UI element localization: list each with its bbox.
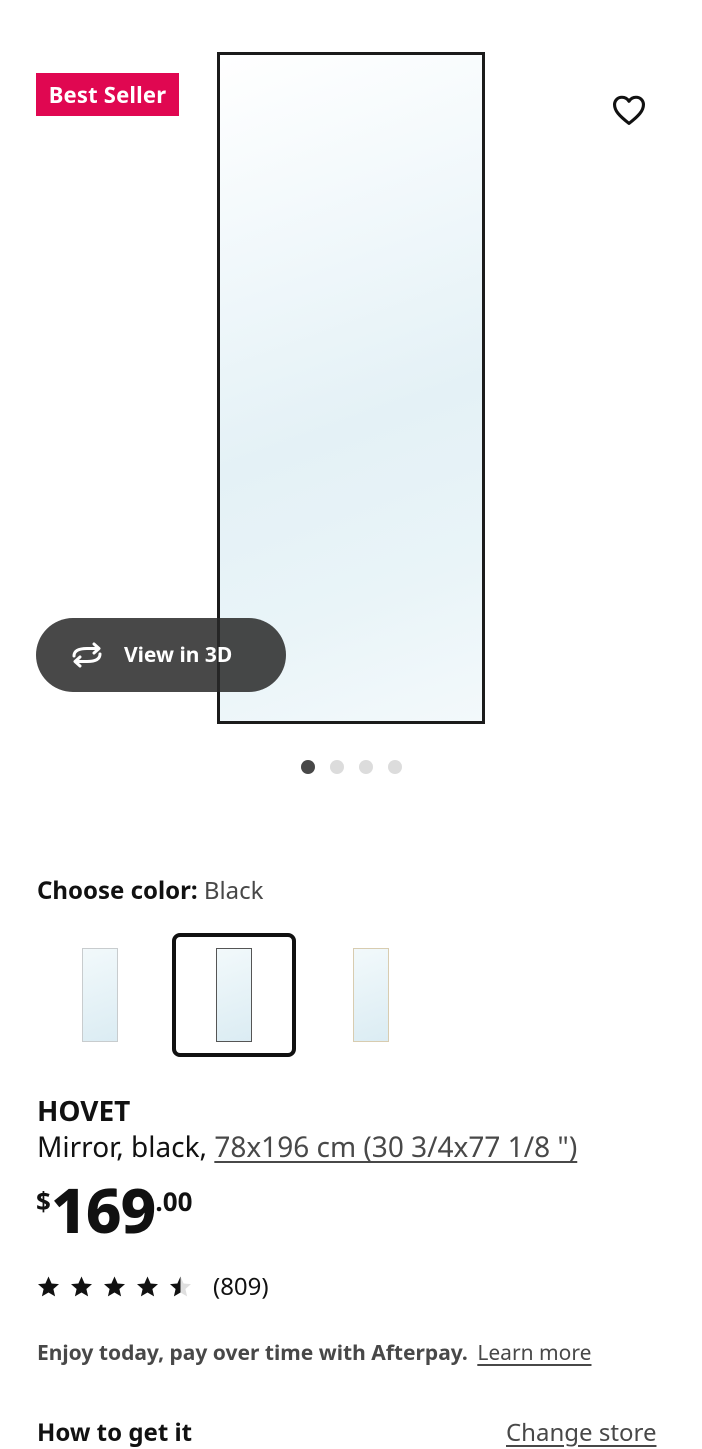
star-full-icon	[38, 1276, 59, 1296]
color-chooser-heading: Choose color: Black	[37, 874, 263, 907]
swatch-mirror-image	[216, 948, 252, 1042]
how-to-get-it-heading: How to get it	[37, 1416, 193, 1449]
heart-outline-icon	[612, 95, 646, 126]
rating-stars	[36, 1275, 193, 1299]
product-price: $ 169 .00	[36, 1175, 192, 1245]
star-half-icon	[170, 1276, 191, 1296]
view-in-3d-label: View in 3D	[124, 641, 233, 669]
pagination-dot-4[interactable]	[387, 760, 402, 774]
gallery-pagination	[0, 760, 702, 778]
price-decimal: .00	[155, 1183, 193, 1219]
change-store-link[interactable]: Change store	[506, 1416, 656, 1449]
rotate-3d-icon	[68, 642, 106, 668]
swatch-mirror-image	[82, 948, 118, 1042]
color-swatch-black[interactable]	[172, 933, 296, 1057]
best-seller-badge: Best Seller	[36, 73, 179, 116]
price-currency: $	[36, 1183, 51, 1219]
product-image-gallery[interactable]: Best Seller View in 3D	[0, 0, 702, 800]
price-integer: 169	[50, 1168, 157, 1252]
pagination-dot-1[interactable]	[300, 760, 315, 774]
selected-color-value: Black	[203, 874, 264, 907]
afterpay-message: Enjoy today, pay over time with Afterpay…	[37, 1339, 468, 1367]
star-full-icon	[137, 1276, 158, 1296]
product-description: Mirror, black, 78x196 cm (30 3/4x77 1/8 …	[37, 1128, 577, 1166]
color-swatch-silver[interactable]	[38, 933, 162, 1057]
favorite-button[interactable]	[604, 86, 654, 134]
product-name: HOVET	[37, 1092, 131, 1130]
swatch-mirror-image	[353, 948, 389, 1042]
afterpay-banner: Enjoy today, pay over time with Afterpay…	[37, 1339, 592, 1367]
afterpay-learn-more-link[interactable]: Learn more	[477, 1339, 591, 1367]
rating-count: (809)	[213, 1270, 269, 1303]
pagination-dot-3[interactable]	[358, 760, 373, 774]
choose-color-label: Choose color:	[37, 874, 198, 907]
product-size-link[interactable]: 78x196 cm (30 3/4x77 1/8 ")	[214, 1128, 577, 1166]
star-full-icon	[71, 1276, 92, 1296]
product-type: Mirror, black,	[37, 1128, 215, 1166]
view-in-3d-button[interactable]: View in 3D	[36, 618, 286, 692]
pagination-dot-2[interactable]	[329, 760, 344, 774]
color-swatch-gold[interactable]	[309, 933, 433, 1057]
product-rating[interactable]: (809)	[36, 1270, 269, 1303]
star-full-icon	[104, 1276, 125, 1296]
